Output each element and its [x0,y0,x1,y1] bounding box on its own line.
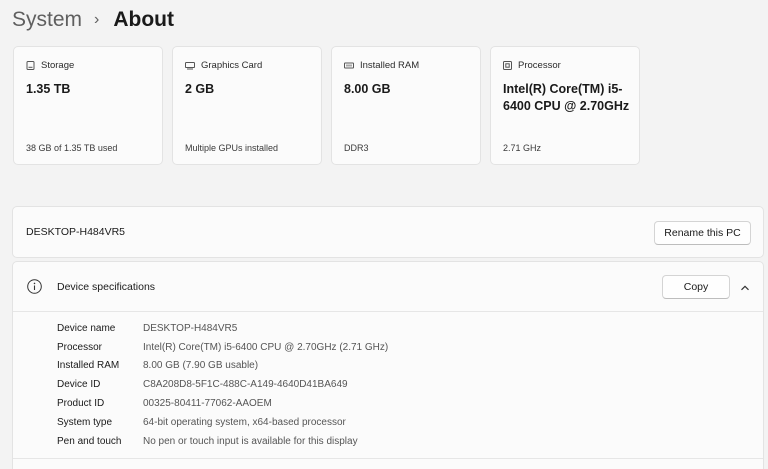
spec-key: Device ID [57,379,101,391]
breadcrumb: System › About [12,5,174,35]
ram-icon [344,61,354,70]
spec-key: Pen and touch [57,435,122,447]
breadcrumb-system[interactable]: System [12,8,82,32]
spec-value[interactable]: DESKTOP-H484VR5 [143,323,237,334]
spec-row: Pen and touch No pen or touch input is a… [57,432,388,451]
spec-row: Installed RAM 8.00 GB (7.90 GB usable) [57,357,388,376]
spec-key: Device name [57,322,116,334]
processor-icon [503,61,512,70]
card-label: Graphics Card [201,60,263,71]
settings-about-page: System › About Storage 1.35 TB 38 GB of … [0,0,768,469]
card-subtext: 38 GB of 1.35 TB used [26,143,118,153]
spec-list: Device name DESKTOP-H484VR5 Processor In… [57,319,388,451]
info-icon [27,279,42,294]
storage-icon [26,61,35,70]
graphics-card-icon [185,61,195,70]
card-subtext: 2.71 GHz [503,143,542,153]
pc-name: DESKTOP-H484VR5 [26,226,126,238]
card-value: 2 GB [185,82,215,96]
spec-value[interactable]: 00325-80411-77062-AAOEM [143,398,272,409]
card-header: Processor [503,60,561,71]
card-subtext: Multiple GPUs installed [185,143,279,153]
device-specifications-header[interactable]: Device specifications Copy [13,262,763,312]
spec-value[interactable]: 8.00 GB (7.90 GB usable) [143,360,258,371]
card-value: Intel(R) Core(TM) i5-6400 CPU @ 2.70GHz [503,82,630,113]
spec-row: Device name DESKTOP-H484VR5 [57,319,388,338]
spec-key: Product ID [57,398,105,410]
copy-button[interactable]: Copy [662,275,730,299]
graphics-card-card[interactable]: Graphics Card 2 GB Multiple GPUs install… [172,46,322,165]
card-value: 1.35 TB [26,82,71,96]
card-header: Storage [26,60,74,71]
spec-row: Product ID 00325-80411-77062-AAOEM [57,394,388,413]
card-value: 8.00 GB [344,82,391,96]
processor-card[interactable]: Processor Intel(R) Core(TM) i5-6400 CPU … [490,46,640,165]
card-label: Storage [41,60,75,71]
spec-value[interactable]: Intel(R) Core(TM) i5-6400 CPU @ 2.70GHz … [143,342,388,353]
pc-name-panel: DESKTOP-H484VR5 Rename this PC [12,206,764,258]
spec-key: Processor [57,341,103,353]
storage-card[interactable]: Storage 1.35 TB 38 GB of 1.35 TB used [13,46,163,165]
card-label: Installed RAM [360,60,420,71]
chevron-up-icon[interactable] [739,281,751,293]
spec-row: Device ID C8A208D8-5F1C-488C-A149-4640D4… [57,375,388,394]
card-header: Installed RAM [344,60,419,71]
spec-value[interactable]: No pen or touch input is available for t… [143,436,358,447]
installed-ram-card[interactable]: Installed RAM 8.00 GB DDR3 [331,46,481,165]
card-label: Processor [518,60,561,71]
card-subtext: DDR3 [344,143,369,153]
page-title: About [113,8,174,31]
card-header: Graphics Card [185,60,262,71]
spec-value[interactable]: 64-bit operating system, x64-based proce… [143,417,346,428]
device-specifications-title: Device specifications [57,281,156,293]
divider [13,458,763,459]
spec-row: System type 64-bit operating system, x64… [57,413,388,432]
chevron-right-icon: › [94,11,100,28]
spec-row: Processor Intel(R) Core(TM) i5-6400 CPU … [57,338,388,357]
spec-key: System type [57,416,113,428]
device-specifications-panel: Device specifications Copy Device name D… [12,261,764,469]
spec-value[interactable]: C8A208D8-5F1C-488C-A149-4640D41BA649 [143,379,348,390]
rename-pc-button[interactable]: Rename this PC [654,221,751,245]
spec-key: Installed RAM [57,360,120,372]
